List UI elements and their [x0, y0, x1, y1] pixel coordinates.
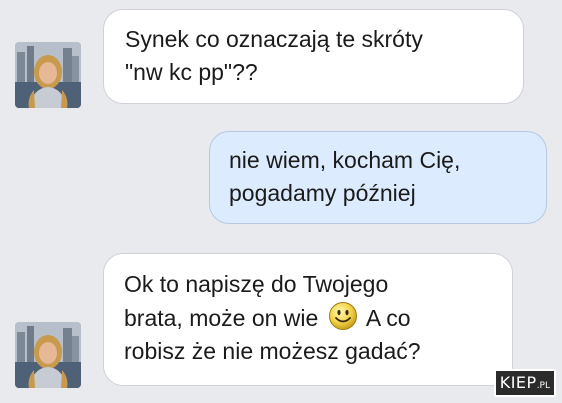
received-message-bubble[interactable]: Ok to napiszę do Twojego brata, może on …	[103, 253, 513, 386]
message-text-line: brata, może on wie A co	[124, 301, 512, 335]
user-photo-icon	[15, 322, 81, 388]
message-text-line: Synek co oznaczają te skróty	[125, 26, 423, 52]
kiep-watermark-logo: KIEP.PL	[493, 369, 556, 397]
user-photo-icon	[15, 42, 81, 108]
message-text: brata, może on wie	[124, 305, 319, 331]
received-message-bubble[interactable]: Synek co oznaczają te skróty "nw kc pp"?…	[103, 9, 524, 104]
message-text-line: "nw kc pp"??	[125, 59, 258, 85]
sender-avatar[interactable]	[15, 42, 81, 108]
message-text-line: nie wiem, kocham Cię,	[229, 147, 461, 173]
message-text-line: Ok to napiszę do Twojego	[124, 271, 389, 297]
message-text-line: robisz że nie możesz gadać?	[124, 338, 421, 364]
watermark-brand: KIEP	[499, 373, 537, 392]
watermark-suffix: .PL	[536, 381, 550, 391]
message-text: A co	[365, 305, 411, 331]
sender-avatar[interactable]	[15, 322, 81, 388]
message-text-line: pogadamy później	[229, 180, 416, 206]
smiley-icon	[328, 302, 357, 330]
sent-message-bubble[interactable]: nie wiem, kocham Cię, pogadamy później	[209, 131, 547, 224]
